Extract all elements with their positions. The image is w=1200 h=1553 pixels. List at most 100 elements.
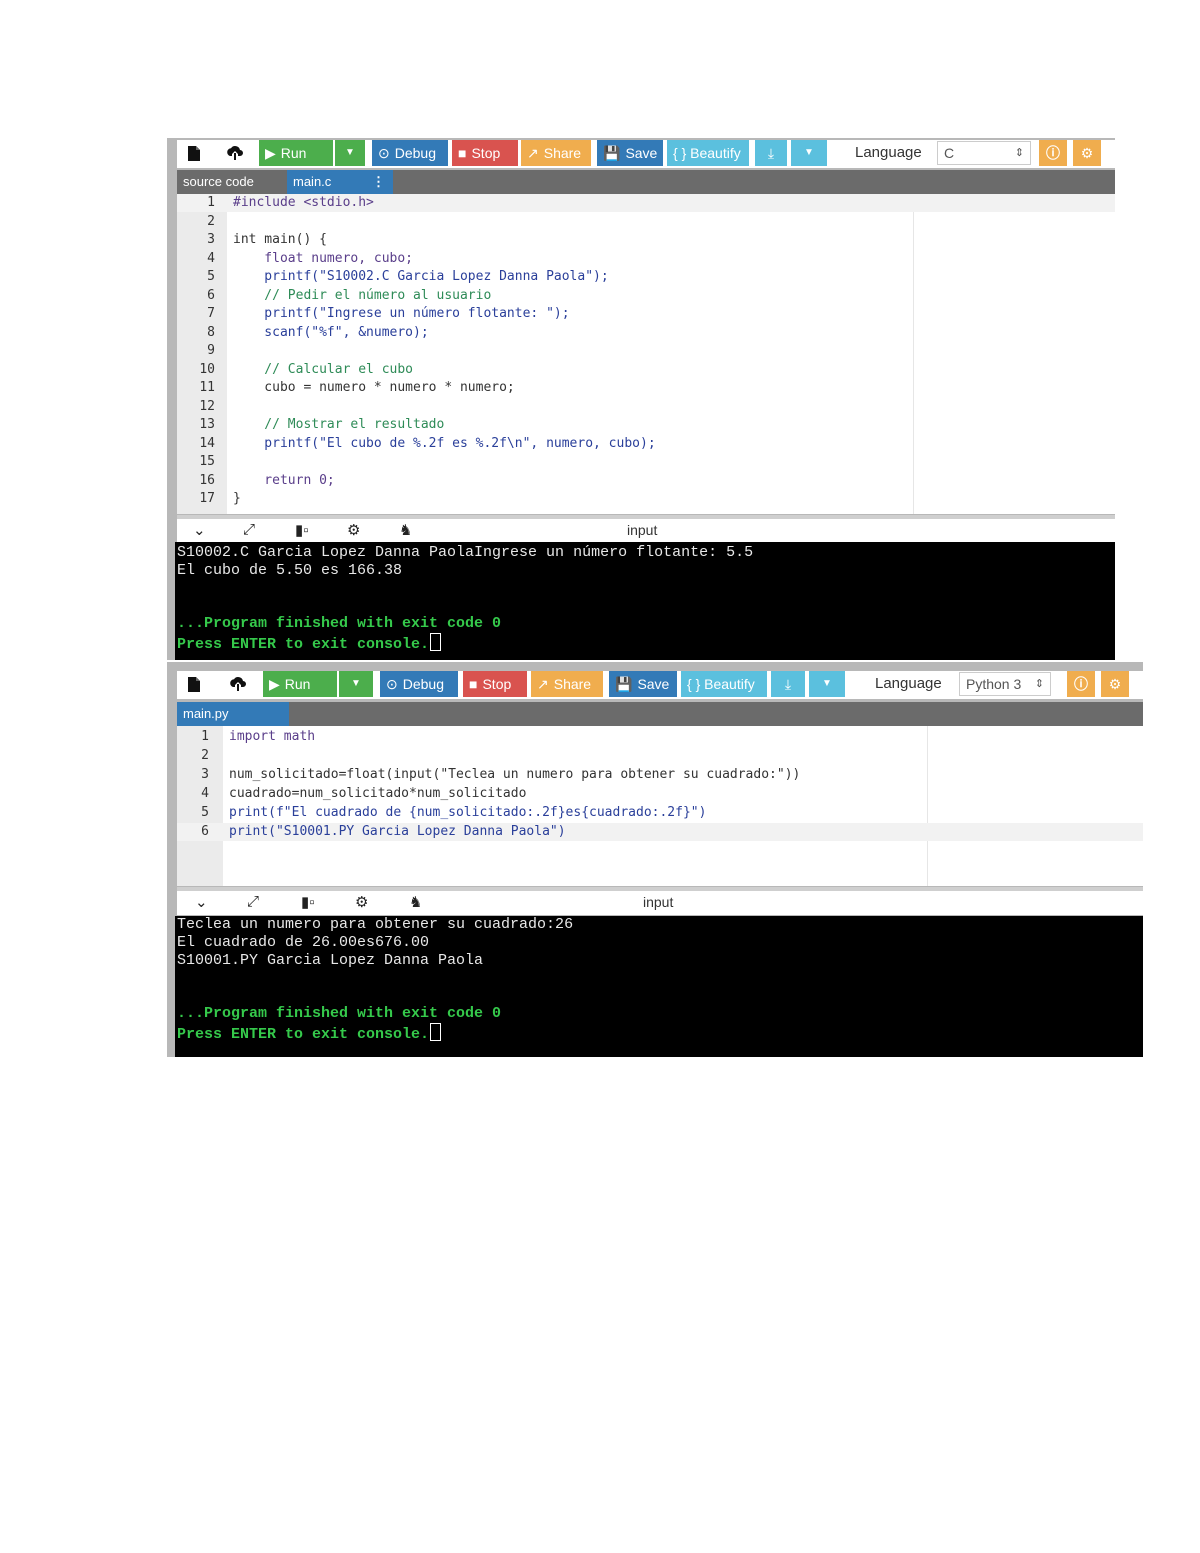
- tab-menu-icon[interactable]: ⋮: [372, 170, 385, 194]
- info-button[interactable]: ⓘ: [1039, 140, 1067, 166]
- code-line[interactable]: 7 printf("Ingrese un número flotante: ")…: [177, 305, 1115, 323]
- dropdown-icon: ▼: [822, 678, 832, 689]
- settings-icon: ⚙: [1080, 145, 1094, 161]
- code-editor[interactable]: 1 import math 2 3 num_solicitado=float(input…: [177, 726, 1143, 886]
- code-line[interactable]: 5 print(f"El cuadrado de {num_solicitado:…: [177, 804, 1143, 822]
- line-number: 6: [207, 287, 215, 303]
- tab-main-py[interactable]: main.py: [177, 702, 289, 726]
- code-text: cuadrado=num_solicitado*num_solicitado: [229, 786, 527, 801]
- code-line[interactable]: 17}: [177, 490, 1115, 508]
- settings-button[interactable]: ⚙: [1101, 671, 1129, 697]
- code-text: cubo = numero * numero * numero;: [233, 380, 515, 395]
- exit-status-line: ...Program finished with exit code 0: [177, 615, 501, 633]
- clear-icon[interactable]: ♞: [399, 521, 412, 539]
- code-line[interactable]: 6 // Pedir el número al usuario: [177, 287, 1115, 305]
- chevron-updown-icon: ⇕: [1034, 678, 1044, 690]
- console-output[interactable]: Teclea un numero para obtener su cuadrad…: [175, 916, 1143, 1057]
- code-text: print("S10001.PY Garcia Lopez Danna Paol…: [229, 824, 566, 839]
- run-button[interactable]: ▶ Run: [263, 671, 337, 697]
- language-select[interactable]: Python 3 ⇕: [959, 672, 1051, 696]
- copy-icon[interactable]: ▮▫: [301, 893, 315, 911]
- run-button[interactable]: ▶ Run: [259, 140, 333, 166]
- code-line[interactable]: 12: [177, 398, 1115, 416]
- tab-main-c[interactable]: main.c ⋮: [287, 170, 393, 194]
- debug-button[interactable]: ⊙ Debug: [380, 671, 458, 697]
- code-line[interactable]: 3 int main() {: [177, 231, 1115, 249]
- terminal-cursor: [430, 633, 442, 651]
- code-text: #include <stdio.h>: [233, 195, 374, 210]
- code-line[interactable]: 16 return 0;: [177, 472, 1115, 490]
- info-button[interactable]: ⓘ: [1067, 671, 1095, 697]
- code-line[interactable]: 11 cubo = numero * numero * numero;: [177, 379, 1115, 397]
- download-options-button[interactable]: ▼: [809, 671, 845, 697]
- code-line[interactable]: 15: [177, 453, 1115, 471]
- code-line[interactable]: 9: [177, 342, 1115, 360]
- run-options-button[interactable]: ▼: [339, 671, 373, 697]
- code-text: // Pedir el número al usuario: [233, 287, 492, 303]
- copy-icon[interactable]: ▮▫: [295, 521, 309, 539]
- collapse-icon[interactable]: ⌄: [195, 893, 208, 911]
- expand-icon[interactable]: ⤢: [243, 521, 255, 538]
- code-text: float numero, cubo;: [233, 250, 414, 266]
- clear-icon[interactable]: ♞: [409, 893, 422, 911]
- run-icon: ▶: [269, 676, 280, 692]
- code-line[interactable]: 2: [177, 747, 1143, 765]
- code-line[interactable]: 4 cuadrado=num_solicitado*num_solicitado: [177, 785, 1143, 803]
- expand-icon[interactable]: ⤢: [247, 893, 259, 910]
- code-line[interactable]: 4 float numero, cubo;: [177, 250, 1115, 268]
- console-output[interactable]: S10002.C Garcia Lopez Danna PaolaIngrese…: [175, 542, 1115, 660]
- settings-icon[interactable]: ⚙: [347, 521, 360, 539]
- share-button[interactable]: ↗ Share: [531, 671, 603, 697]
- info-icon: ⓘ: [1046, 145, 1060, 161]
- line-number: 12: [199, 398, 215, 414]
- stop-icon: ■: [469, 676, 478, 692]
- language-label: Language: [875, 675, 942, 692]
- code-line[interactable]: 13 // Mostrar el resultado: [177, 416, 1115, 434]
- code-line[interactable]: 6 print("S10001.PY Garcia Lopez Danna Pao…: [177, 823, 1143, 841]
- new-file-button[interactable]: [177, 671, 211, 697]
- file-tabbar: main.py: [177, 702, 1143, 726]
- dropdown-icon: ▼: [804, 147, 814, 158]
- share-button[interactable]: ↗ Share: [521, 140, 591, 166]
- upload-button[interactable]: [219, 671, 257, 697]
- settings-icon[interactable]: ⚙: [355, 893, 368, 911]
- settings-button[interactable]: ⚙: [1073, 140, 1101, 166]
- console-line: Teclea un numero para obtener su cuadrad…: [177, 916, 573, 934]
- code-editor[interactable]: 1 #include <stdio.h> 2 3 int main() {4 float…: [177, 194, 1115, 514]
- beautify-button[interactable]: { } Beautify: [667, 140, 749, 166]
- exit-prompt-line: Press ENTER to exit console.: [177, 1022, 442, 1043]
- run-options-button[interactable]: ▼: [335, 140, 365, 166]
- save-button[interactable]: 💾 Save: [597, 140, 663, 166]
- beautify-button[interactable]: { } Beautify: [681, 671, 767, 697]
- code-line[interactable]: 2: [177, 213, 1115, 231]
- code-line[interactable]: 5 printf("S10002.C Garcia Lopez Danna Pa…: [177, 268, 1115, 286]
- code-text: print(f"El cuadrado de {num_solicitado:.…: [229, 805, 707, 820]
- debug-button[interactable]: ⊙ Debug: [372, 140, 448, 166]
- tab-source-code[interactable]: source code: [177, 170, 287, 194]
- code-line[interactable]: 1 #include <stdio.h>: [177, 194, 1115, 212]
- new-file-icon: [188, 145, 200, 161]
- upload-button[interactable]: [217, 140, 253, 166]
- download-button[interactable]: ⤓: [755, 140, 787, 166]
- stop-icon: ■: [458, 145, 467, 161]
- c-ide-panel: ▶ Run ▼ ⊙ Debug ■ Stop ↗ Share 💾 Save { } Bea…: [167, 138, 1115, 660]
- code-line[interactable]: 10 // Calcular el cubo: [177, 361, 1115, 379]
- io-toolbar: ⌄ ⤢ ▮▫ ⚙ ♞ input: [177, 515, 1115, 543]
- code-text: import math: [229, 729, 316, 744]
- save-button[interactable]: 💾 Save: [609, 671, 677, 697]
- new-file-button[interactable]: [177, 140, 211, 166]
- console-text: El cuadrado de 26.00es676.00: [177, 933, 430, 951]
- stop-button[interactable]: ■ Stop: [452, 140, 518, 166]
- code-text: }: [233, 491, 241, 506]
- collapse-icon[interactable]: ⌄: [193, 521, 206, 539]
- code-line[interactable]: 8 scanf("%f", &numero);: [177, 324, 1115, 342]
- io-title: input: [627, 522, 658, 538]
- download-options-button[interactable]: ▼: [791, 140, 827, 166]
- language-select[interactable]: C ⇕: [937, 141, 1031, 165]
- code-line[interactable]: 3 num_solicitado=float(input("Teclea un n…: [177, 766, 1143, 784]
- code-line[interactable]: 14 printf("El cubo de %.2f es %.2f\n", n…: [177, 435, 1115, 453]
- code-line[interactable]: 1 import math: [177, 728, 1143, 746]
- stop-button[interactable]: ■ Stop: [463, 671, 527, 697]
- download-button[interactable]: ⤓: [771, 671, 805, 697]
- line-number: 4: [201, 786, 209, 801]
